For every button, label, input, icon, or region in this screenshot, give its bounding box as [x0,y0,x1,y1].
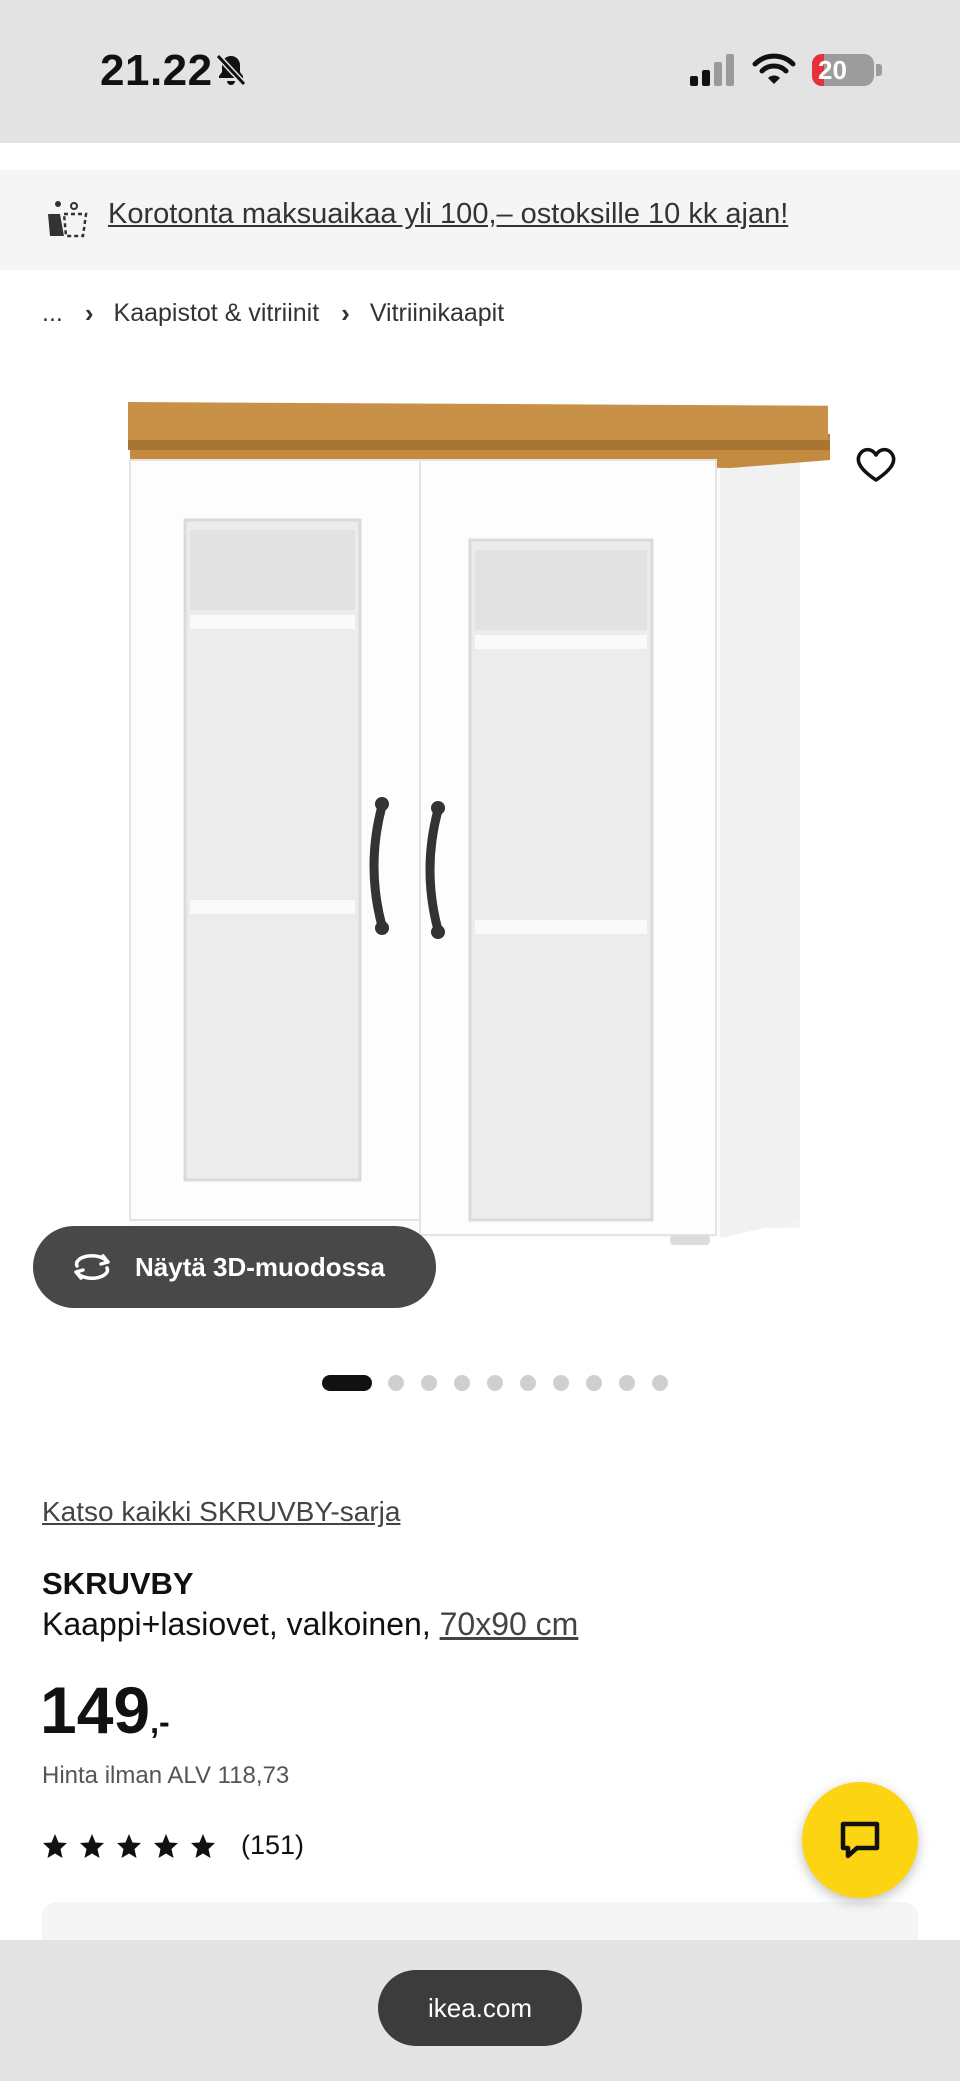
image-pagination[interactable] [322,1374,685,1392]
pagination-dot[interactable] [520,1375,536,1391]
pagination-dot[interactable] [619,1375,635,1391]
pagination-dot[interactable] [487,1375,503,1391]
breadcrumb-ellipsis[interactable]: ... [42,299,63,328]
status-time: 21.22 [100,46,213,95]
battery-level: 20 [818,55,847,85]
star-icon [43,1833,67,1858]
heart-icon[interactable] [854,444,898,484]
rating[interactable]: (151) [42,1830,304,1861]
review-count[interactable]: (151) [241,1830,304,1861]
browser-bottom-bar: ikea.com [0,1940,960,2081]
pagination-dot[interactable] [586,1375,602,1391]
view-3d-button[interactable]: Näytä 3D-muodossa [33,1226,436,1308]
chat-bubble-icon [840,1821,880,1859]
product-description: Kaappi+lasiovet, valkoinen, 70x90 cm [42,1606,578,1643]
series-link[interactable]: Katso kaikki SKRUVBY-sarja [42,1496,400,1528]
rating-stars [42,1833,227,1859]
price-without-vat: Hinta ilman ALV 118,73 [42,1762,290,1789]
url-bar[interactable]: ikea.com [378,1970,582,2046]
pagination-dot[interactable] [421,1375,437,1391]
chevron-right-icon: › [84,298,94,328]
wifi-icon [752,53,796,84]
rotate-3d-icon [74,1254,110,1280]
chat-button[interactable] [802,1782,918,1898]
breadcrumb-item-display-cabinets[interactable]: Vitriinikaapit [370,299,504,328]
breadcrumb: ... › Kaapistot & vitriinit › Vitriinika… [42,298,504,329]
pagination-dot[interactable] [454,1375,470,1391]
product-price: 149,- [40,1672,170,1748]
breadcrumb-item-cabinets[interactable]: Kaapistot & vitriinit [114,299,320,328]
star-icon [80,1833,104,1858]
url-text: ikea.com [427,1992,533,2023]
star-icon [191,1833,215,1858]
pagination-dot[interactable] [652,1375,668,1391]
pagination-dot-active[interactable] [322,1375,372,1391]
star-icon [117,1833,141,1858]
promo-banner[interactable]: Korotonta maksuaikaa yli 100,– ostoksill… [0,170,960,270]
payment-split-icon [48,201,88,238]
price-suffix: ,- [150,1704,170,1740]
star-icon [154,1833,178,1858]
battery-charging-icon: 20 [812,52,884,88]
chevron-right-icon: › [341,298,350,328]
bell-slash-icon [215,53,247,87]
price-value: 149 [40,1673,151,1747]
promo-link[interactable]: Korotonta maksuaikaa yli 100,– ostoksill… [108,198,788,231]
pagination-dot[interactable] [553,1375,569,1391]
signal-icon [690,54,734,86]
pagination-dot[interactable] [388,1375,404,1391]
product-description-text: Kaappi+lasiovet, valkoinen, [42,1606,440,1642]
size-link[interactable]: 70x90 cm [440,1606,579,1642]
product-image[interactable] [120,390,840,1330]
product-name: SKRUVBY [42,1566,194,1601]
view-3d-label: Näytä 3D-muodossa [135,1251,385,1282]
status-bar: 21.22 20 [0,0,960,143]
